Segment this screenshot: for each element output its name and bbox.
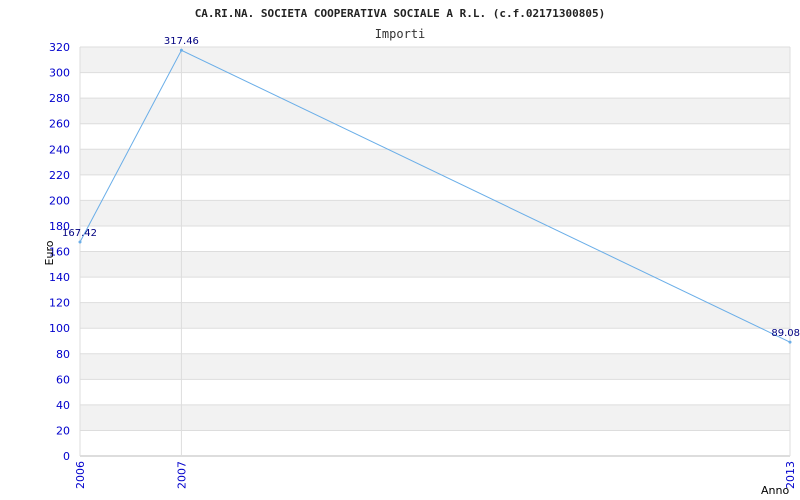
plot-band xyxy=(80,277,790,303)
plot-band xyxy=(80,302,790,329)
data-point xyxy=(788,340,792,344)
plot-band xyxy=(80,225,790,252)
plot-band xyxy=(80,200,790,226)
y-tick-label: 200 xyxy=(49,194,70,207)
y-tick-label: 20 xyxy=(56,424,70,437)
y-axis-label: Euro xyxy=(43,240,56,265)
plot-band xyxy=(80,47,790,73)
x-tick-label: 2007 xyxy=(175,461,188,489)
y-tick-label: 0 xyxy=(63,450,70,463)
plot-band xyxy=(80,72,790,99)
y-tick-label: 80 xyxy=(56,348,70,361)
plot-band xyxy=(80,98,790,124)
plot-band xyxy=(80,404,790,431)
y-tick-label: 320 xyxy=(49,41,70,54)
chart-subtitle: Importi xyxy=(375,27,426,41)
y-tick-label: 60 xyxy=(56,373,70,386)
line-chart: CA.RI.NA. SOCIETA COOPERATIVA SOCIALE A … xyxy=(43,7,800,497)
data-point xyxy=(78,240,82,244)
plot-band xyxy=(80,251,790,278)
plot-band xyxy=(80,149,790,175)
y-tick-label: 220 xyxy=(49,169,70,182)
plot-band xyxy=(80,430,790,456)
y-tick-label: 280 xyxy=(49,92,70,105)
y-tick-label: 140 xyxy=(49,271,70,284)
plot-band xyxy=(80,174,790,201)
data-label: 167.42 xyxy=(62,228,97,239)
plot-band xyxy=(80,123,790,150)
y-tick-label: 300 xyxy=(49,67,70,80)
y-tick-label: 40 xyxy=(56,399,70,412)
plot-band xyxy=(80,328,790,354)
plot-band xyxy=(80,353,790,380)
x-tick-label: 2006 xyxy=(74,461,87,489)
y-tick-label: 120 xyxy=(49,297,70,310)
x-axis-label: Anno xyxy=(761,484,789,497)
data-label: 89.08 xyxy=(771,328,800,339)
plot-band xyxy=(80,379,790,405)
data-point xyxy=(179,48,183,52)
y-tick-label: 240 xyxy=(49,143,70,156)
chart-title: CA.RI.NA. SOCIETA COOPERATIVA SOCIALE A … xyxy=(195,7,606,20)
chart: CA.RI.NA. SOCIETA COOPERATIVA SOCIALE A … xyxy=(0,0,800,500)
data-label: 317.46 xyxy=(164,36,199,47)
x-axis-ticks: 2006 2007 2013 xyxy=(74,461,797,489)
y-tick-label: 100 xyxy=(49,322,70,335)
y-tick-label: 260 xyxy=(49,118,70,131)
